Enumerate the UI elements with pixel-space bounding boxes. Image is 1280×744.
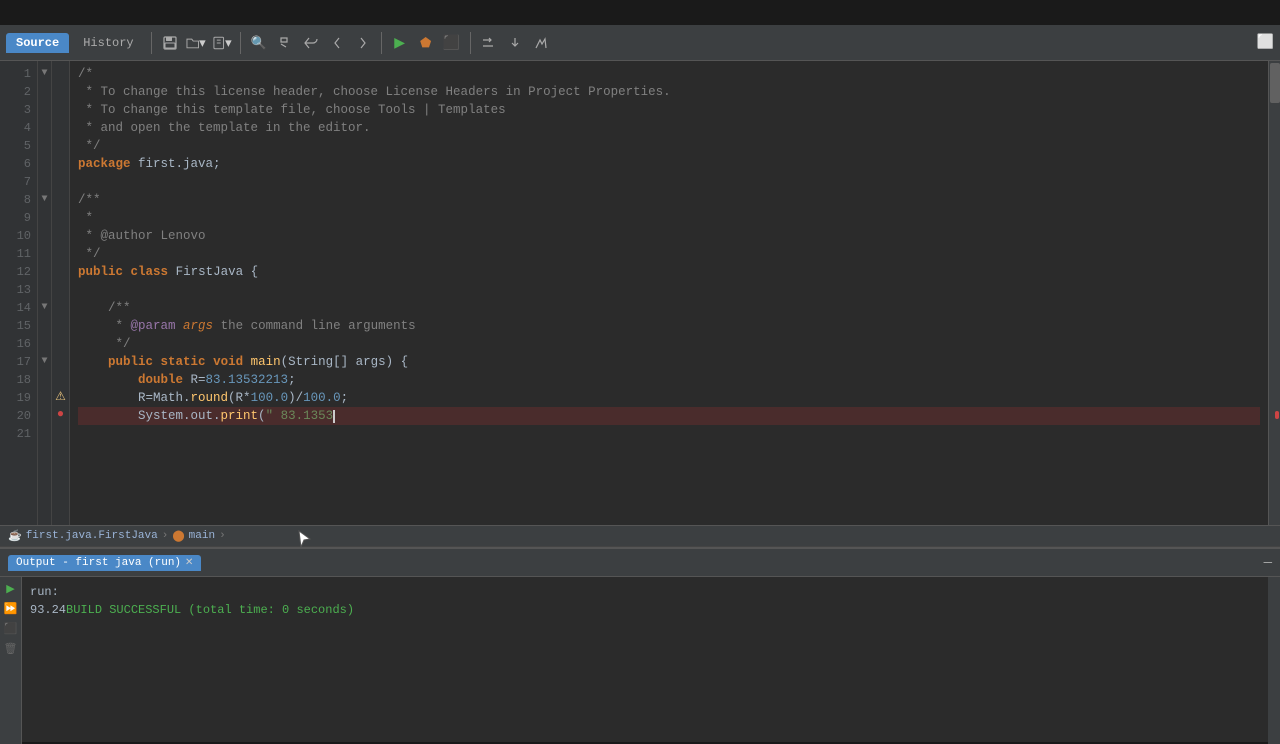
tab-history[interactable]: History	[73, 33, 143, 53]
code-line-19: R=Math.round(R*100.0)/100.0;	[78, 389, 1260, 407]
code-line-4: * and open the template in the editor.	[78, 119, 1260, 137]
code-line-20: System.out.print(" 83.1353	[78, 407, 1260, 425]
error-stripe	[1275, 411, 1279, 419]
code-line-12: public class FirstJava {	[78, 263, 1260, 281]
run-button[interactable]: ▶	[389, 32, 411, 54]
open-button[interactable]: ▾	[185, 32, 207, 54]
output-tab[interactable]: Output - first java (run) ✕	[8, 555, 201, 571]
editor-scrollbar[interactable]	[1268, 61, 1280, 525]
code-line-17: public static void main(String[] args) {	[78, 353, 1260, 371]
error-icon: ●	[52, 407, 69, 425]
annotation-gutter: ⚠ ●	[52, 61, 70, 525]
code-line-8: /**	[78, 191, 1260, 209]
rerun-output-button[interactable]: ⏩	[3, 601, 19, 617]
code-line-5: */	[78, 137, 1260, 155]
code-line-7	[78, 173, 1260, 191]
clear-output-button[interactable]: 🗑	[3, 641, 19, 657]
top-bar	[0, 0, 1280, 25]
maximize-editor-button[interactable]: ⬜	[1257, 34, 1274, 51]
code-line-2: * To change this license header, choose …	[78, 83, 1260, 101]
code-line-15: * @param args the command line arguments	[78, 317, 1260, 335]
output-text: run: 93.24BUILD SUCCESSFUL (total time: …	[22, 577, 1268, 744]
code-line-16: */	[78, 335, 1260, 353]
new-file-button[interactable]: ▾	[211, 32, 233, 54]
breadcrumb-file[interactable]: first.java.FirstJava	[26, 530, 158, 542]
stop-button[interactable]: ⬛	[441, 32, 463, 54]
save-button[interactable]	[159, 32, 181, 54]
code-line-18: double R=83.13532213;	[78, 371, 1260, 389]
output-minimize-button[interactable]: —	[1264, 555, 1272, 571]
breadcrumb-method[interactable]: main	[189, 530, 215, 542]
breadcrumb-bar: ☕ first.java.FirstJava › ⬤ main ›	[0, 525, 1280, 547]
code-line-21	[78, 425, 1260, 443]
breadcrumb-method-icon: ⬤	[172, 529, 184, 543]
code-line-11: */	[78, 245, 1260, 263]
output-build-success: BUILD SUCCESSFUL (total time: 0 seconds)	[66, 603, 354, 617]
code-line-10: * @author Lenovo	[78, 227, 1260, 245]
scrollbar-thumb[interactable]	[1270, 63, 1280, 103]
fold-gutter: ▼ ▼ ▼ ▼	[38, 61, 52, 525]
toolbar-separator-2	[240, 32, 241, 54]
breadcrumb-sep-2: ›	[219, 530, 226, 542]
toolbar-separator-3	[381, 32, 382, 54]
breadcrumb-sep-1: ›	[162, 530, 169, 542]
output-value: 93.24	[30, 603, 66, 617]
line-numbers: 1 2 3 4 5 6 7 8 9 10 11 12 13 14 15 16 1…	[0, 61, 38, 525]
code-line-1: /*	[78, 65, 1260, 83]
output-sidebar: ▶ ⏩ ⬛ 🗑	[0, 577, 22, 744]
nav-prev-button[interactable]	[326, 32, 348, 54]
step-over-button[interactable]	[478, 32, 500, 54]
toolbar: Source History ▾ ▾ 🔍	[0, 25, 1280, 61]
output-content: ▶ ⏩ ⬛ 🗑 run: 93.24BUILD SUCCESSFUL (tota…	[0, 577, 1280, 744]
code-line-6: package first.java;	[78, 155, 1260, 173]
output-header: Output - first java (run) ✕ —	[0, 549, 1280, 577]
search-button[interactable]: 🔍	[248, 32, 270, 54]
step-into-button[interactable]	[504, 32, 526, 54]
build-project-button[interactable]	[530, 32, 552, 54]
nav-back-button[interactable]	[300, 32, 322, 54]
editor-container: 1 2 3 4 5 6 7 8 9 10 11 12 13 14 15 16 1…	[0, 61, 1280, 525]
stop-output-button[interactable]: ⬛	[3, 621, 19, 637]
output-tab-close-button[interactable]: ✕	[185, 557, 193, 569]
code-line-9: *	[78, 209, 1260, 227]
code-line-13	[78, 281, 1260, 299]
code-line-14: /**	[78, 299, 1260, 317]
toolbar-separator-1	[151, 32, 152, 54]
output-tab-label: Output - first java (run)	[16, 557, 181, 569]
warning-icon: ⚠	[52, 389, 69, 407]
breadcrumb-file-icon: ☕	[8, 529, 22, 543]
output-panel: Output - first java (run) ✕ — ▶ ⏩ ⬛ 🗑 ru…	[0, 547, 1280, 742]
code-editor[interactable]: /* * To change this license header, choo…	[70, 61, 1268, 525]
output-scrollbar[interactable]	[1268, 577, 1280, 744]
tab-source[interactable]: Source	[6, 33, 69, 53]
toolbar-separator-4	[470, 32, 471, 54]
debug-button[interactable]: ⬟	[415, 32, 437, 54]
code-line-3: * To change this template file, choose T…	[78, 101, 1260, 119]
output-build-result: 93.24BUILD SUCCESSFUL (total time: 0 sec…	[30, 601, 1260, 619]
run-output-button[interactable]: ▶	[3, 581, 19, 597]
nav-next-button[interactable]	[352, 32, 374, 54]
output-run-label: run:	[30, 583, 1260, 601]
nav-forward-button[interactable]	[274, 32, 296, 54]
